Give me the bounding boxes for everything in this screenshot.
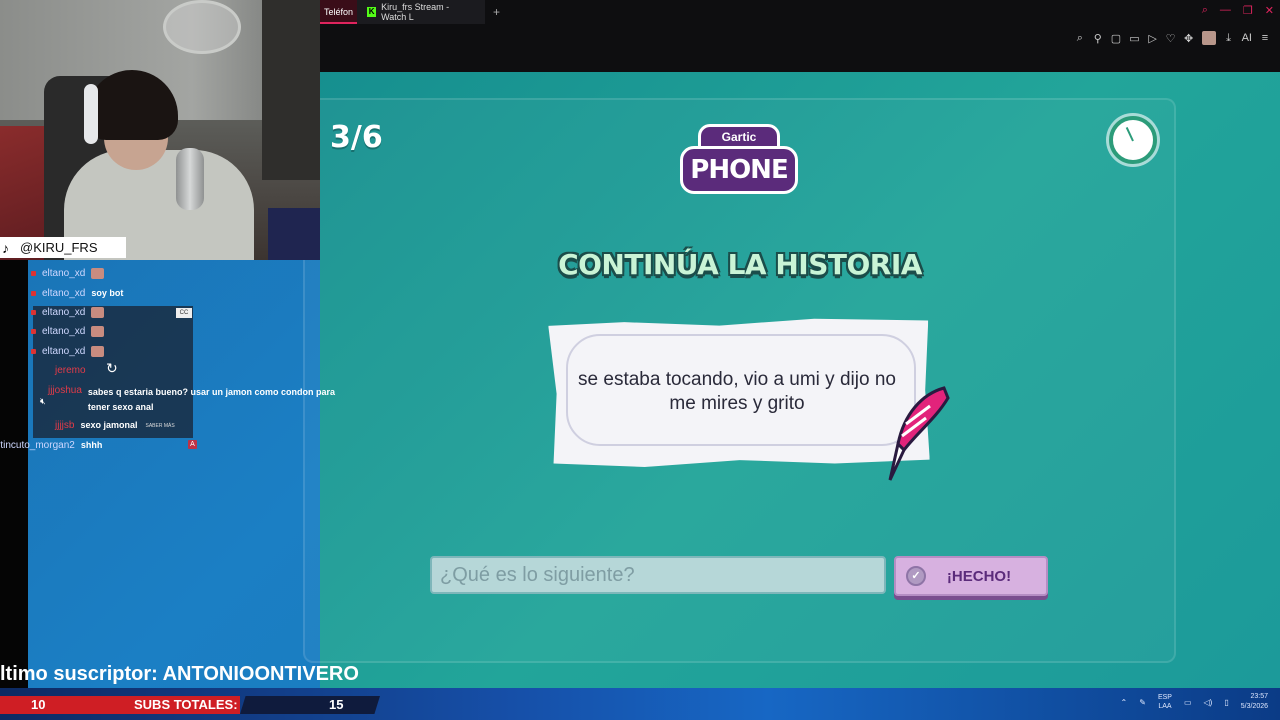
cam-keyboard bbox=[268, 208, 320, 260]
close-icon[interactable]: ✕ bbox=[1265, 4, 1274, 17]
pin-icon[interactable]: ⚲ bbox=[1093, 32, 1103, 45]
chat-message: eltano_xd bbox=[31, 326, 105, 337]
cast-icon[interactable]: ▭ bbox=[1129, 32, 1139, 45]
window-controls: ⌕ — ❐ ✕ bbox=[1202, 4, 1274, 17]
chat-message: rtincuto_morgan2 shhh A bbox=[0, 440, 197, 451]
chat-message: jjjoshua sabes q estaria bueno? usar un … bbox=[48, 385, 335, 412]
emote-icon bbox=[91, 307, 105, 318]
emote-icon bbox=[91, 326, 105, 337]
tab-title: Kiru_frs Stream - Watch L bbox=[381, 2, 450, 22]
subs-goal: 15 bbox=[329, 697, 344, 712]
mute-icon[interactable]: 🔇︎ bbox=[40, 396, 46, 407]
gartic-phone-logo: Gartic PHONE bbox=[680, 124, 798, 196]
play-icon[interactable]: ▷ bbox=[1148, 32, 1158, 45]
replay-icon[interactable]: ↻ bbox=[106, 360, 118, 377]
tiktok-icon: ♪ bbox=[2, 239, 9, 256]
subs-current: 10 bbox=[31, 697, 46, 712]
pen-icon[interactable]: ✎ bbox=[1139, 698, 1146, 707]
answer-input[interactable] bbox=[430, 556, 886, 594]
chat-badge-icon bbox=[31, 349, 36, 354]
chevron-up-icon[interactable]: ⌃ bbox=[1121, 698, 1128, 707]
chat-message: eltano_xd soy bot bbox=[31, 288, 123, 299]
chat-badge-icon bbox=[31, 310, 36, 315]
quill-icon bbox=[888, 386, 950, 481]
chat-message: jjjjsb sexo jamonal SABER MÁS bbox=[55, 420, 175, 431]
chat-strip bbox=[0, 260, 28, 690]
mod-badge-icon: A bbox=[188, 440, 197, 449]
toolbar-icons: ⌕ ⚲ ▢ ▭ ▷ ♡ ✥ ⤓ AI ≡ bbox=[1075, 31, 1270, 45]
browser-tabbar: Teléfon K Kiru_frs Stream - Watch L + ⌕ … bbox=[320, 0, 1280, 24]
more-link[interactable]: SABER MÁS bbox=[145, 423, 174, 429]
menu-icon[interactable]: ≡ bbox=[1260, 32, 1270, 44]
avatar[interactable] bbox=[1201, 31, 1216, 45]
subs-label: SUBS TOTALES: bbox=[134, 697, 238, 712]
logo-main: PHONE bbox=[680, 146, 798, 194]
page-title: CONTINÚA LA HISTORIA bbox=[558, 248, 922, 281]
cam-door bbox=[262, 0, 320, 180]
chat-message: eltano_xd bbox=[31, 268, 105, 279]
chat-message: eltano_xd bbox=[31, 307, 105, 318]
chat-badge-icon bbox=[31, 271, 36, 276]
network-icon[interactable]: ▭ bbox=[1184, 698, 1192, 707]
check-icon: ✓ bbox=[906, 566, 926, 586]
chat-badge-icon bbox=[31, 329, 36, 334]
system-tray: ⌃ ✎ ESP LAA ▭ ◁) ▯ 23:57 5/3/2026 bbox=[1121, 692, 1268, 712]
done-label: ¡HECHO! bbox=[946, 567, 1012, 585]
extensions-icon[interactable]: ✥ bbox=[1184, 32, 1194, 45]
round-counter: 3/6 bbox=[330, 120, 383, 155]
done-button[interactable]: ✓ ¡HECHO! bbox=[894, 556, 1048, 596]
emote-icon bbox=[91, 346, 105, 357]
cam-microphone bbox=[176, 148, 204, 210]
screenshot-icon[interactable]: ▢ bbox=[1111, 32, 1121, 45]
kick-icon: K bbox=[367, 7, 377, 17]
tab-stream[interactable]: K Kiru_frs Stream - Watch L bbox=[357, 0, 486, 24]
download-icon[interactable]: ⤓ bbox=[1224, 32, 1234, 45]
chat-message: eltano_xd bbox=[31, 346, 105, 357]
clock[interactable]: 23:57 5/3/2026 bbox=[1241, 692, 1268, 712]
timer-icon bbox=[1109, 116, 1157, 164]
story-text: se estaba tocando, vio a umi y dijo no m… bbox=[578, 369, 896, 414]
volume-icon[interactable]: ◁) bbox=[1204, 698, 1213, 707]
zoom-icon[interactable]: ⌕ bbox=[1075, 32, 1085, 45]
tiktok-handle: ♪ @KIRU_FRS bbox=[0, 237, 126, 258]
new-tab-button[interactable]: + bbox=[493, 5, 500, 19]
webcam-feed bbox=[0, 0, 320, 260]
heart-icon[interactable]: ♡ bbox=[1166, 32, 1176, 45]
cam-headphones bbox=[84, 84, 98, 144]
search-icon[interactable]: ⌕ bbox=[1202, 4, 1208, 17]
handle-text: @KIRU_FRS bbox=[20, 240, 98, 255]
maximize-icon[interactable]: ❐ bbox=[1243, 4, 1253, 17]
tab-partial[interactable]: Teléfon bbox=[320, 0, 358, 24]
chat-message: jeremo bbox=[55, 365, 86, 376]
language-indicator[interactable]: ESP LAA bbox=[1158, 693, 1172, 711]
battery-icon[interactable]: ▯ bbox=[1224, 698, 1228, 707]
last-subscriber: ltimo suscriptor: ANTONIOONTIVERO bbox=[0, 663, 359, 685]
subs-goal-bar bbox=[240, 696, 380, 714]
screen: Teléfon K Kiru_frs Stream - Watch L + ⌕ … bbox=[0, 0, 1280, 720]
emote-icon bbox=[91, 268, 105, 279]
captions-icon[interactable]: CC bbox=[176, 308, 192, 318]
ai-icon[interactable]: AI bbox=[1242, 32, 1252, 44]
cam-fan bbox=[163, 0, 241, 54]
minimize-icon[interactable]: — bbox=[1220, 4, 1231, 17]
chat-badge-icon bbox=[31, 291, 36, 296]
